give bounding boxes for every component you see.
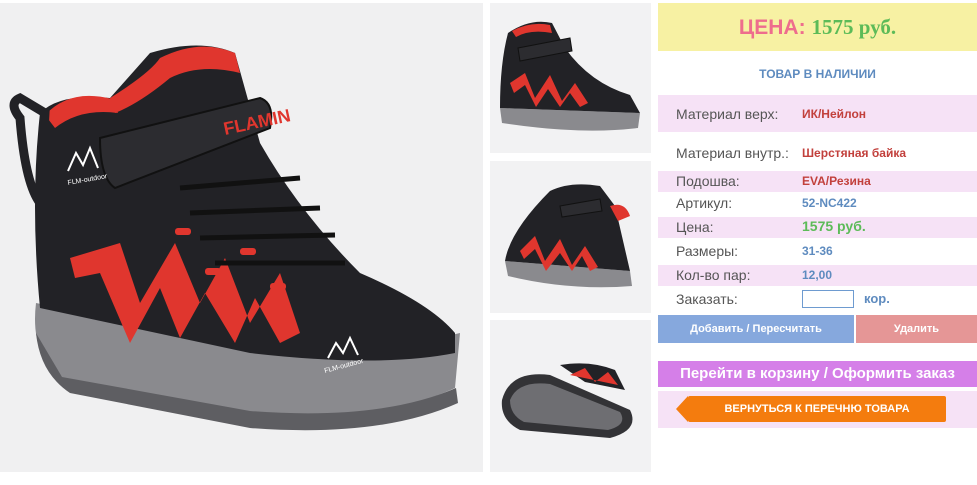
boot-thumb-side	[500, 21, 640, 131]
add-recalculate-button[interactable]: Добавить / Пересчитать	[658, 315, 854, 343]
thumbnail-three-quarter-view[interactable]	[490, 161, 651, 313]
detail-value: 1575 руб.	[802, 218, 866, 234]
order-row: Заказать: кор.	[658, 289, 977, 310]
detail-key: Материал верх:	[676, 106, 779, 122]
detail-row-sizes: Размеры: 31-36	[658, 241, 977, 262]
detail-value: 31-36	[802, 244, 833, 258]
back-to-list-button[interactable]: ВЕРНУТЬСЯ К ПЕРЕЧНЮ ТОВАРА	[676, 396, 946, 422]
detail-row-upper-material: Материал верх: ИК/Нейлон	[658, 95, 977, 132]
boot-thumb-sole	[501, 363, 633, 438]
detail-value: ИК/Нейлон	[802, 107, 867, 121]
detail-key: Цена:	[676, 219, 714, 235]
detail-row-pairs: Кол-во пар: 12,00	[658, 265, 977, 286]
detail-row-lining-material: Материал внутр.: Шерстяная байка	[658, 133, 977, 170]
thumbnail-sole-view[interactable]	[490, 320, 651, 472]
detail-key: Артикул:	[676, 195, 733, 211]
go-to-cart-button[interactable]: Перейти в корзину / Оформить заказ	[658, 361, 977, 387]
detail-value: 12,00	[802, 268, 833, 282]
detail-key: Кол-во пар:	[676, 267, 751, 283]
order-label: Заказать:	[676, 291, 738, 307]
price-banner: ЦЕНА: 1575 руб.	[658, 3, 977, 51]
availability-status: ТОВАР В НАЛИЧИИ	[759, 67, 876, 81]
boot-main-illustration: FLAMIN FLM-outdoor FLM-outdoor	[9, 45, 460, 431]
detail-value: EVA/Резина	[802, 174, 871, 188]
price-value: 1575 руб.	[811, 15, 897, 39]
thumbnail-side-view[interactable]	[490, 3, 651, 153]
order-unit: кор.	[864, 291, 890, 306]
back-button-label: ВЕРНУТЬСЯ К ПЕРЕЧНЮ ТОВАРА	[724, 403, 910, 415]
detail-row-article: Артикул: 52-NC422	[658, 193, 977, 214]
detail-value: 52-NC422	[802, 196, 857, 210]
price-label: ЦЕНА:	[738, 16, 806, 39]
detail-row-sole: Подошва: EVA/Резина	[658, 171, 977, 192]
pull-loop	[9, 92, 50, 216]
order-quantity-input[interactable]	[802, 290, 854, 308]
back-button-container: ВЕРНУТЬСЯ К ПЕРЕЧНЮ ТОВАРА	[658, 391, 977, 428]
back-arrow-icon	[676, 396, 688, 422]
detail-key: Размеры:	[676, 243, 739, 259]
delete-button[interactable]: Удалить	[856, 315, 977, 343]
detail-value: Шерстяная байка	[802, 146, 907, 160]
detail-key: Подошва:	[676, 173, 740, 189]
product-main-image[interactable]: FLAMIN FLM-outdoor FLM-outdoor	[0, 3, 483, 472]
boot-thumb-angle	[505, 184, 632, 288]
detail-key: Материал внутр.:	[676, 145, 789, 161]
detail-row-price: Цена: 1575 руб.	[658, 217, 977, 238]
